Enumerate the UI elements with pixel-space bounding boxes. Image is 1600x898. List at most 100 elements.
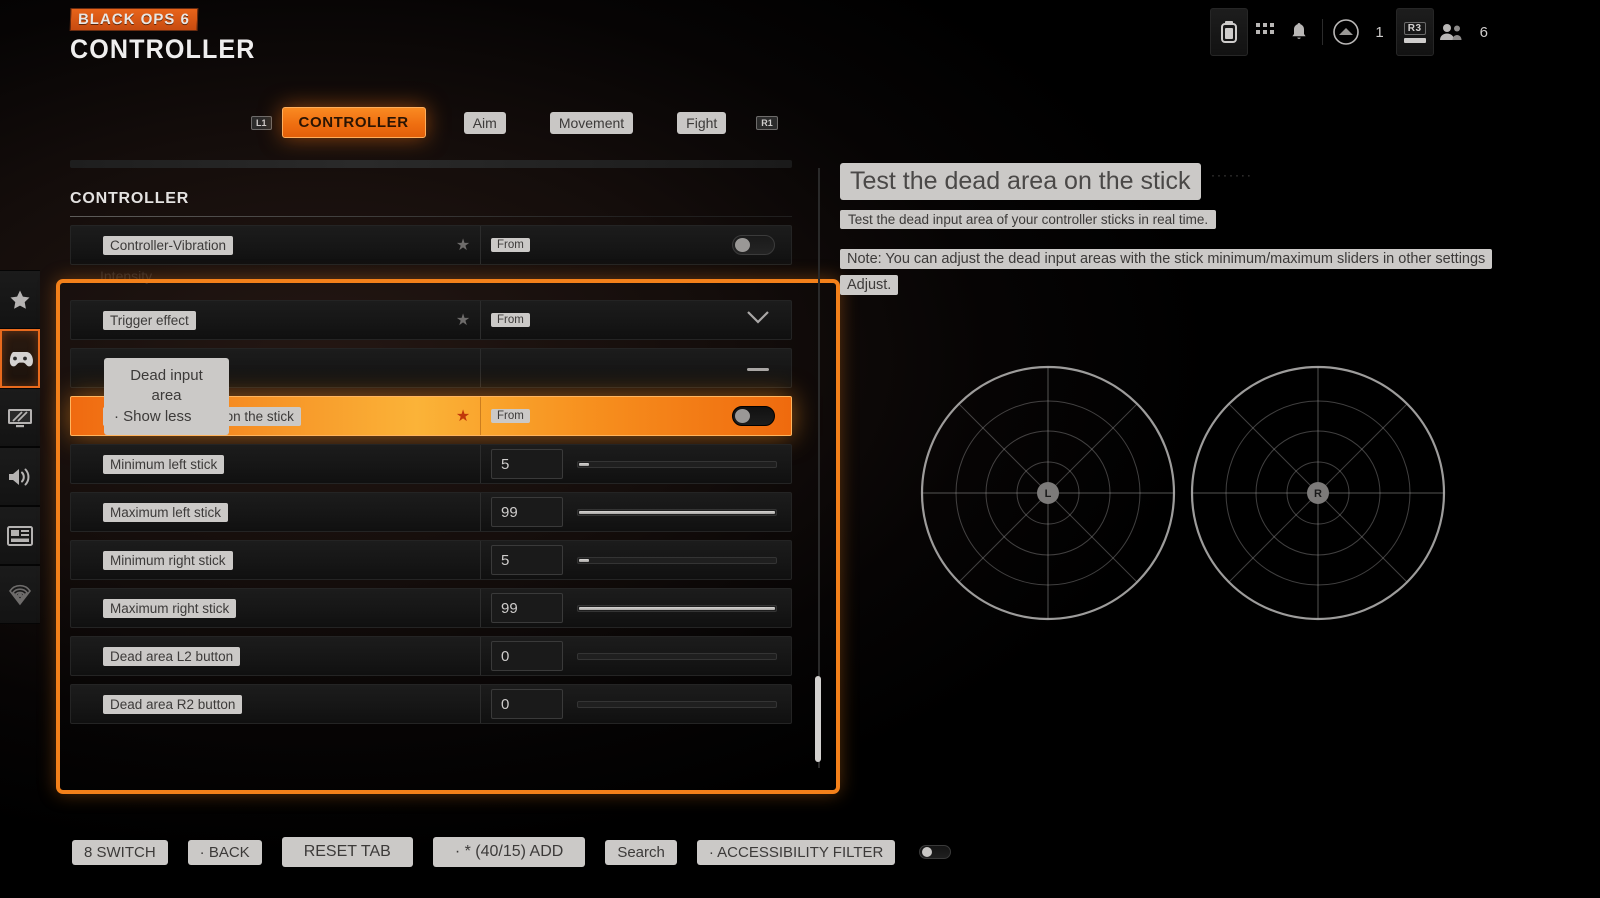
value-slider[interactable]: [577, 460, 777, 468]
r3-key-icon[interactable]: R3: [1395, 8, 1434, 56]
slider-fill: [579, 462, 589, 466]
monitor-icon: [8, 408, 32, 427]
description-panel: Test the dead area on the stick ······· …: [840, 163, 1540, 295]
description-note-continued: Adjust.: [840, 275, 899, 295]
settings-panel: CONTROLLER Controller-Vibration ★ From: [70, 160, 792, 265]
emblem-count: 1: [1375, 23, 1384, 41]
setting-control[interactable]: 5: [481, 449, 791, 479]
setting-label: Minimum left stick: [71, 454, 446, 474]
hud-divider: [1322, 19, 1324, 45]
value-field[interactable]: 99: [491, 593, 563, 623]
setting-control[interactable]: From: [481, 311, 791, 329]
setting-row-trigger-effect[interactable]: Trigger effect ★ From: [70, 300, 792, 340]
sidebar-item-account[interactable]: [0, 506, 40, 565]
setting-row-dead-area-l2[interactable]: Dead area L2 button 0: [70, 636, 792, 676]
favorite-star-icon[interactable]: ★: [446, 310, 480, 330]
setting-control[interactable]: 99: [481, 593, 791, 623]
id-card-icon: [7, 525, 33, 546]
setting-label: Trigger effect: [71, 310, 446, 330]
bell-icon[interactable]: [1282, 10, 1316, 54]
favorite-star-icon[interactable]: ★: [446, 406, 480, 426]
tab-controller[interactable]: CONTROLLER: [281, 107, 426, 138]
sidebar-item-network[interactable]: [0, 565, 40, 624]
value-field[interactable]: 99: [491, 497, 563, 527]
bottom-action-bar: 8 SWITCH · BACK RESET TAB · * (40/15) AD…: [72, 837, 952, 867]
accessibility-filter-toggle[interactable]: [919, 845, 952, 859]
scrollbar-thumb[interactable]: [815, 676, 821, 762]
sidebar-item-favorites[interactable]: [0, 270, 40, 329]
description-dots: ·······: [1210, 168, 1253, 182]
setting-control[interactable]: [481, 359, 791, 377]
add-button[interactable]: · * (40/15) ADD: [432, 837, 586, 867]
value-field[interactable]: 0: [491, 641, 563, 671]
test-dead-area-toggle[interactable]: [732, 406, 775, 426]
value-field[interactable]: 5: [491, 449, 563, 479]
page-header: BLACK OPS 6 CONTROLLER: [69, 8, 269, 65]
occluded-row: Intensity: [70, 262, 792, 296]
sidebar-item-audio[interactable]: [0, 447, 40, 506]
value-slider[interactable]: [577, 700, 777, 708]
tab-bar: L1 CONTROLLER Aim Movement Fight R1: [243, 107, 786, 138]
r3-key-label: R3: [1403, 21, 1426, 35]
from-chip: From: [491, 238, 530, 252]
favorite-star-icon[interactable]: ★: [446, 235, 480, 255]
tab-movement[interactable]: Movement: [549, 111, 634, 134]
toggle-knob: [922, 847, 933, 857]
speaker-icon: [9, 468, 30, 485]
gamepad-icon: [9, 351, 33, 366]
value-field[interactable]: 0: [491, 689, 563, 719]
section-title: CONTROLLER: [70, 190, 190, 207]
setting-row-minimum-right-stick[interactable]: Minimum right stick 5: [70, 540, 792, 580]
emblem-icon[interactable]: [1329, 10, 1363, 54]
setting-control[interactable]: 99: [481, 497, 791, 527]
switch-button[interactable]: 8 SWITCH: [72, 839, 168, 865]
tab-aim[interactable]: Aim: [463, 111, 506, 134]
setting-control[interactable]: From: [481, 235, 791, 255]
star-icon: [10, 290, 30, 309]
sidebar-item-controller[interactable]: [0, 329, 40, 388]
left-bumper-key[interactable]: L1: [251, 115, 272, 130]
vibration-toggle[interactable]: [732, 235, 775, 255]
slider-fill: [579, 558, 589, 562]
value-field[interactable]: 5: [491, 545, 563, 575]
right-stick-label: R: [1314, 488, 1322, 500]
back-button[interactable]: · BACK: [187, 839, 262, 865]
signal-icon: [9, 584, 31, 605]
sidebar-item-graphics[interactable]: [0, 388, 40, 447]
collapse-minus-icon[interactable]: [747, 359, 769, 377]
toggle-knob: [735, 409, 750, 423]
grid-icon[interactable]: [1248, 10, 1282, 54]
chevron-down-icon[interactable]: [747, 311, 769, 329]
setting-control[interactable]: 0: [481, 641, 791, 671]
setting-row-controller-vibration[interactable]: Controller-Vibration ★ From: [70, 225, 792, 265]
value-slider[interactable]: [577, 556, 777, 564]
accessibility-filter-button[interactable]: · ACCESSIBILITY FILTER: [696, 839, 896, 865]
reset-tab-button[interactable]: RESET TAB: [281, 837, 413, 867]
value-slider[interactable]: [577, 508, 777, 516]
setting-row-dead-area-r2[interactable]: Dead area R2 button 0: [70, 684, 792, 724]
setting-control[interactable]: 0: [481, 689, 791, 719]
setting-control[interactable]: From: [481, 406, 791, 426]
occluded-row-label: Intensity: [100, 268, 153, 284]
value-slider[interactable]: [577, 604, 777, 612]
dead-input-area-popover: Dead input area · Show less: [104, 358, 229, 435]
value-slider[interactable]: [577, 652, 777, 660]
battery-icon[interactable]: [1210, 8, 1249, 56]
setting-label: Maximum right stick: [71, 598, 446, 618]
tab-fight[interactable]: Fight: [677, 111, 727, 134]
setting-row-maximum-left-stick[interactable]: Maximum left stick 99: [70, 492, 792, 532]
description-note: Note: You can adjust the dead input area…: [840, 249, 1493, 269]
slider-fill: [579, 510, 776, 514]
friends-icon[interactable]: [1434, 10, 1468, 54]
setting-row-maximum-right-stick[interactable]: Maximum right stick 99: [70, 588, 792, 628]
setting-control[interactable]: 5: [481, 545, 791, 575]
popover-line-2: area: [151, 387, 182, 405]
setting-label: Maximum left stick: [71, 502, 446, 522]
description-title: Test the dead area on the stick: [840, 163, 1201, 200]
setting-row-minimum-left-stick[interactable]: Minimum left stick 5: [70, 444, 792, 484]
black-ops-6-badge: BLACK OPS 6: [69, 8, 199, 31]
search-button[interactable]: Search: [605, 839, 677, 865]
panel-top-divider: [70, 160, 792, 168]
popover-show-less[interactable]: · Show less: [114, 407, 219, 427]
right-bumper-key[interactable]: R1: [756, 115, 778, 130]
